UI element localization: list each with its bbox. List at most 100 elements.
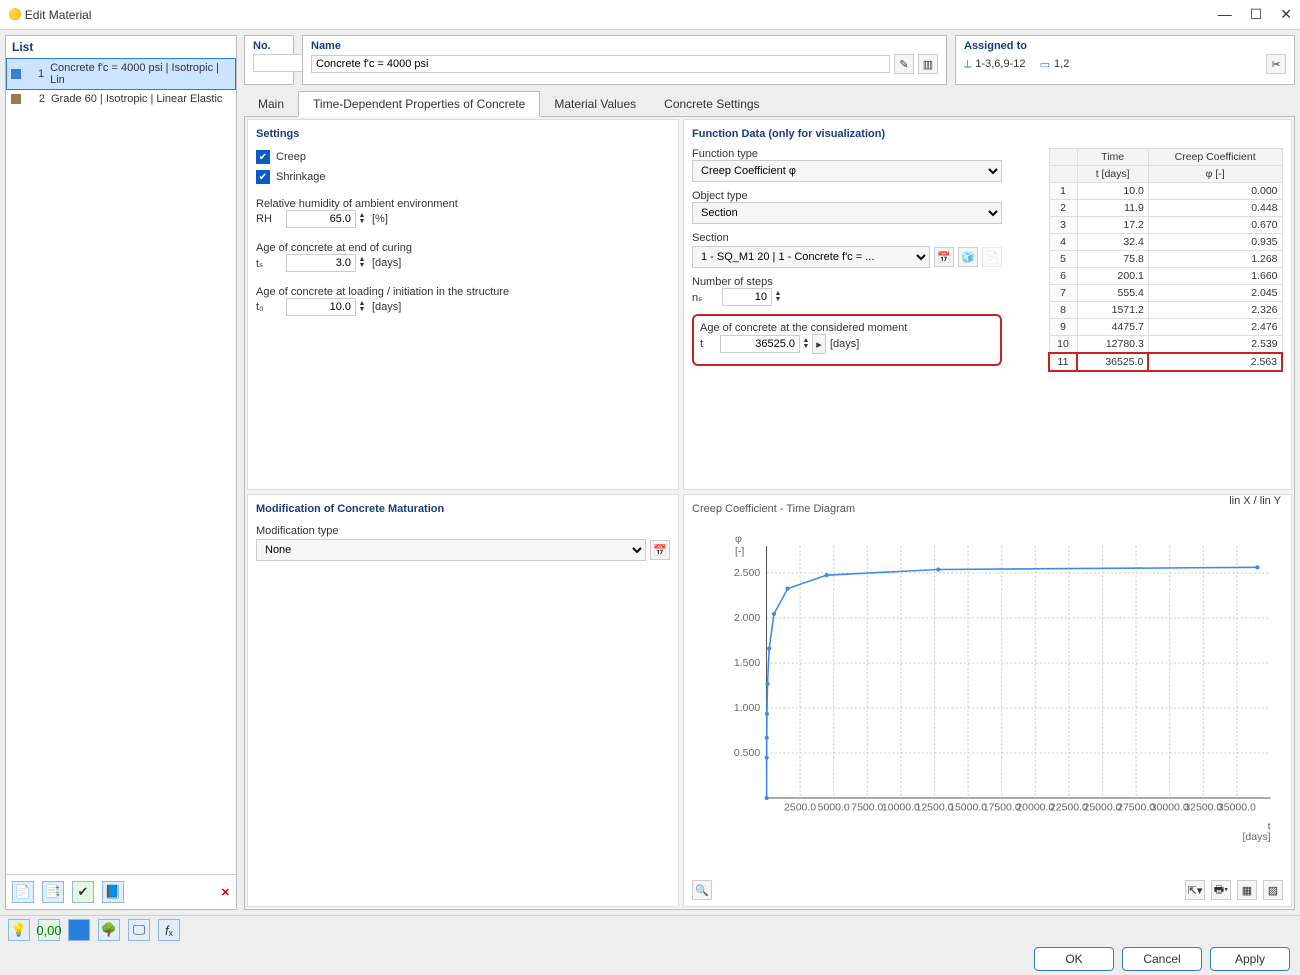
materials-list-panel: List 1Concrete f'c = 4000 psi | Isotropi… bbox=[5, 35, 237, 910]
section-lib-icon[interactable]: 🧊 bbox=[958, 247, 978, 267]
member-icon: ⟂ bbox=[964, 58, 971, 71]
list-header: List bbox=[6, 36, 236, 58]
cancel-button[interactable]: Cancel bbox=[1122, 947, 1202, 971]
modification-panel: Modification of Concrete Maturation Modi… bbox=[247, 494, 679, 907]
table-row[interactable]: 110.00.000 bbox=[1049, 183, 1282, 200]
copy-icon[interactable]: 📑 bbox=[42, 881, 64, 903]
assigned-box: Assigned to ⟂ 1-3,6,9-12 ▭ 1,2 ✂ bbox=[955, 35, 1295, 85]
svg-text:20000.0: 20000.0 bbox=[1016, 802, 1054, 814]
table-row[interactable]: 6200.11.660 bbox=[1049, 268, 1282, 285]
ok-button[interactable]: OK bbox=[1034, 947, 1114, 971]
creep-chart: 2500.05000.07500.010000.012500.015000.01… bbox=[714, 525, 1281, 851]
svg-text:2500.0: 2500.0 bbox=[784, 802, 816, 814]
age-spinner[interactable]: ▲▼ bbox=[800, 336, 812, 352]
assigned-members: 1-3,6,9-12 bbox=[975, 58, 1025, 70]
steps-input[interactable] bbox=[722, 288, 772, 306]
list-item[interactable]: 2Grade 60 | Isotropic | Linear Elastic bbox=[6, 90, 236, 108]
tree-icon[interactable]: 🌳 bbox=[98, 919, 120, 941]
svg-text:1.000: 1.000 bbox=[734, 702, 760, 714]
table-row[interactable]: 317.20.670 bbox=[1049, 217, 1282, 234]
svg-text:1.500: 1.500 bbox=[734, 657, 760, 669]
mod-type-select[interactable]: None bbox=[256, 539, 646, 561]
svg-text:2.500: 2.500 bbox=[734, 567, 760, 579]
svg-text:5000.0: 5000.0 bbox=[818, 802, 850, 814]
chart-title: Creep Coefficient - Time Diagram bbox=[692, 503, 855, 515]
svg-text:7500.0: 7500.0 bbox=[851, 802, 883, 814]
rh-input[interactable] bbox=[286, 210, 356, 228]
edit-name-icon[interactable]: ✎ bbox=[894, 54, 914, 74]
minimize-button[interactable]: — bbox=[1218, 6, 1232, 23]
svg-text:[-]: [-] bbox=[735, 545, 744, 557]
table-row[interactable]: 81571.22.326 bbox=[1049, 302, 1282, 319]
age-input[interactable] bbox=[720, 335, 800, 353]
no-box: No. bbox=[244, 35, 294, 85]
steps-spinner[interactable]: ▲▼ bbox=[772, 289, 784, 305]
ts-spinner[interactable]: ▲▼ bbox=[356, 255, 368, 271]
table-row[interactable]: 432.40.935 bbox=[1049, 234, 1282, 251]
view-icon[interactable]: 🖵 bbox=[128, 919, 150, 941]
table-row[interactable]: 1136525.02.563 bbox=[1049, 353, 1282, 371]
apply-button[interactable]: Apply bbox=[1210, 947, 1290, 971]
svg-text:22500.0: 22500.0 bbox=[1050, 802, 1088, 814]
chart-panel: Creep Coefficient - Time Diagram lin X /… bbox=[683, 494, 1292, 907]
creep-table: TimeCreep Coefficient t [days]φ [-] 110.… bbox=[1048, 148, 1283, 372]
export2-icon[interactable]: ▨ bbox=[1263, 880, 1283, 900]
svg-text:15000.0: 15000.0 bbox=[949, 802, 987, 814]
units-icon[interactable]: 0,00 bbox=[38, 919, 60, 941]
age-highlight-box: Age of concrete at the considered moment… bbox=[692, 314, 1002, 366]
svg-text:0.500: 0.500 bbox=[734, 747, 760, 759]
t0-input[interactable] bbox=[286, 298, 356, 316]
display-icon[interactable] bbox=[68, 919, 90, 941]
help-icon[interactable]: 💡 bbox=[8, 919, 30, 941]
shrinkage-checkbox[interactable]: ✔Shrinkage bbox=[256, 170, 670, 184]
maximize-button[interactable]: ☐ bbox=[1250, 6, 1263, 23]
section-edit-icon[interactable]: 📅 bbox=[934, 247, 954, 267]
svg-text:17500.0: 17500.0 bbox=[983, 802, 1021, 814]
library-name-icon[interactable]: ▥ bbox=[918, 54, 938, 74]
ts-input[interactable] bbox=[286, 254, 356, 272]
name-input[interactable] bbox=[311, 55, 890, 73]
axis-settings-icon[interactable]: ⇱▾ bbox=[1185, 880, 1205, 900]
check-icon[interactable]: ✔ bbox=[72, 881, 94, 903]
window-title: Edit Material bbox=[25, 8, 92, 22]
svg-text:25000.0: 25000.0 bbox=[1084, 802, 1122, 814]
titlebar: 🟡 Edit Material — ☐ ✕ bbox=[0, 0, 1300, 30]
svg-text:2.000: 2.000 bbox=[734, 612, 760, 624]
zoom-icon[interactable]: 🔍 bbox=[692, 880, 712, 900]
mod-edit-icon[interactable]: 📅 bbox=[650, 540, 670, 560]
rh-spinner[interactable]: ▲▼ bbox=[356, 211, 368, 227]
tab-material-values[interactable]: Material Values bbox=[540, 92, 650, 116]
function-type-select[interactable]: Creep Coefficient φ bbox=[692, 160, 1002, 182]
list-item[interactable]: 1Concrete f'c = 4000 psi | Isotropic | L… bbox=[6, 58, 236, 90]
function-data-panel: Function Data (only for visualization) F… bbox=[683, 119, 1292, 490]
print-icon[interactable]: 🖶▾ bbox=[1211, 880, 1231, 900]
footer: 💡 0,00 🌳 🖵 fₓ OK Cancel Apply bbox=[0, 915, 1300, 975]
tab-bar: MainTime-Dependent Properties of Concret… bbox=[244, 91, 1295, 117]
svg-text:27500.0: 27500.0 bbox=[1117, 802, 1155, 814]
axis-mode[interactable]: lin X / lin Y bbox=[1229, 495, 1281, 507]
table-row[interactable]: 94475.72.476 bbox=[1049, 319, 1282, 336]
svg-text:12500.0: 12500.0 bbox=[916, 802, 954, 814]
creep-checkbox[interactable]: ✔Creep bbox=[256, 150, 670, 164]
export1-icon[interactable]: ▦ bbox=[1237, 880, 1257, 900]
table-row[interactable]: 1012780.32.539 bbox=[1049, 336, 1282, 354]
library-icon[interactable]: 📘 bbox=[102, 881, 124, 903]
tab-main[interactable]: Main bbox=[244, 92, 298, 116]
t0-spinner[interactable]: ▲▼ bbox=[356, 299, 368, 315]
new-icon[interactable]: 📄 bbox=[12, 881, 34, 903]
table-row[interactable]: 7555.42.045 bbox=[1049, 285, 1282, 302]
svg-text:32500.0: 32500.0 bbox=[1184, 802, 1222, 814]
svg-text:30000.0: 30000.0 bbox=[1151, 802, 1189, 814]
table-row[interactable]: 211.90.448 bbox=[1049, 200, 1282, 217]
table-row[interactable]: 575.81.268 bbox=[1049, 251, 1282, 268]
section-new-icon[interactable]: 📄 bbox=[982, 247, 1002, 267]
assign-filter-icon[interactable]: ✂ bbox=[1266, 54, 1286, 74]
fx-icon[interactable]: fₓ bbox=[158, 919, 180, 941]
delete-icon[interactable]: ✕ bbox=[221, 886, 230, 899]
section-select[interactable]: 1 - SQ_M1 20 | 1 - Concrete f'c = ... bbox=[692, 246, 930, 268]
object-type-select[interactable]: Section bbox=[692, 202, 1002, 224]
tab-time-dependent-properties-of-concrete[interactable]: Time-Dependent Properties of Concrete bbox=[298, 91, 540, 117]
tab-concrete-settings[interactable]: Concrete Settings bbox=[650, 92, 773, 116]
age-expand-icon[interactable]: ▸ bbox=[812, 334, 826, 354]
close-button[interactable]: ✕ bbox=[1280, 6, 1292, 23]
